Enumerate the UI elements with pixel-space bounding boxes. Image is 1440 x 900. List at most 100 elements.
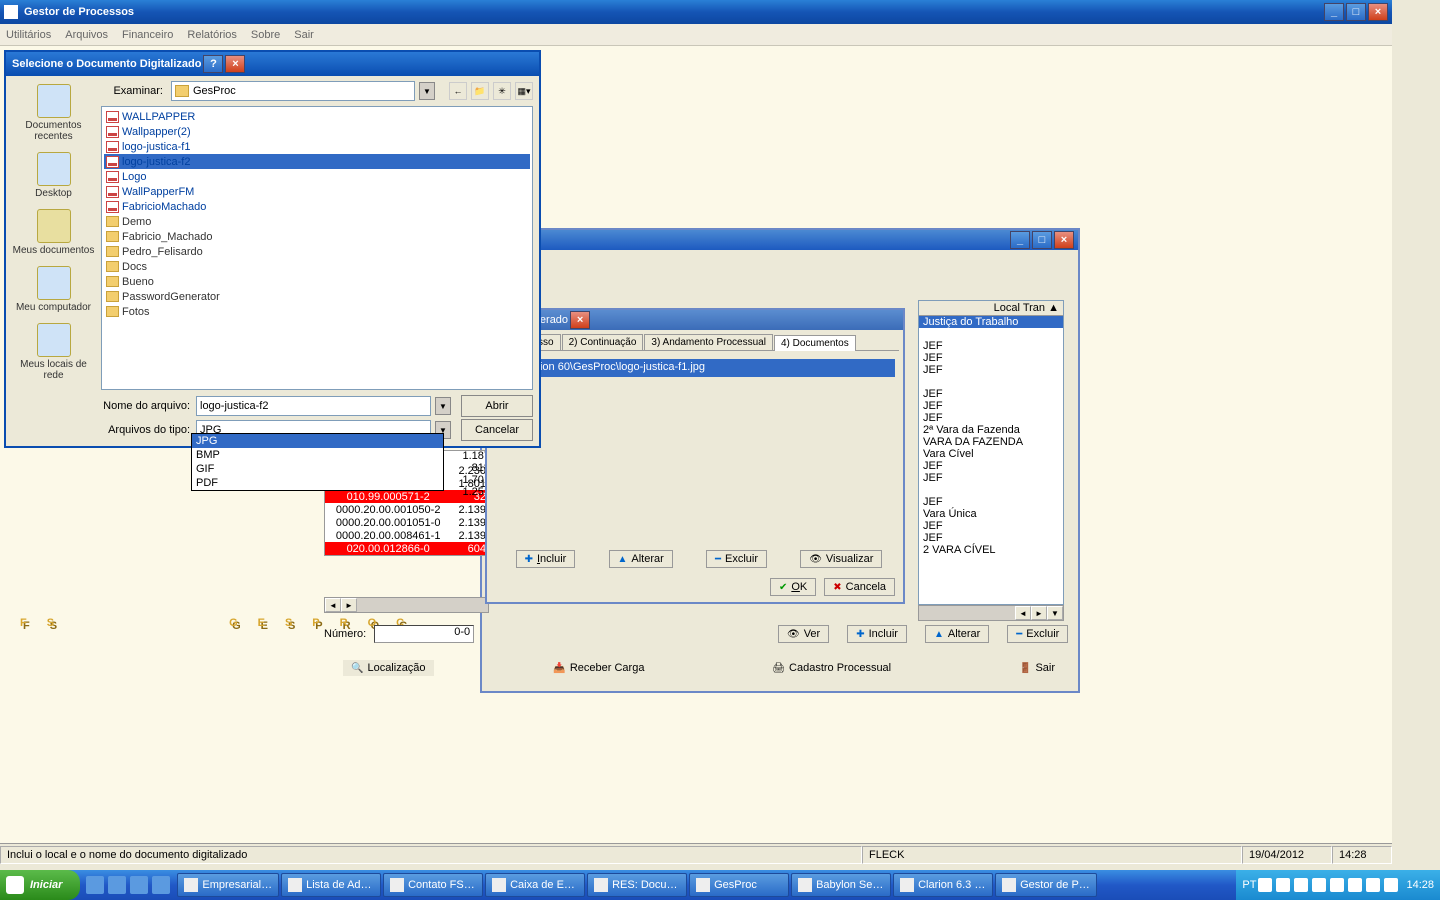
- menu-relatorios[interactable]: Relatórios: [187, 29, 237, 41]
- taskbar-task[interactable]: Gestor de P…: [995, 873, 1097, 897]
- tray-lang[interactable]: PT: [1242, 879, 1256, 891]
- place-mydocs[interactable]: Meus documentos: [10, 207, 98, 258]
- cadastro-processual-button[interactable]: 🖨Cadastro Processual: [764, 660, 899, 676]
- place-mycomputer[interactable]: Meu computador: [10, 264, 98, 315]
- up-folder-icon[interactable]: 📁: [471, 82, 489, 100]
- alt-close-button[interactable]: ×: [570, 311, 590, 329]
- taskbar-task[interactable]: Caixa de E…: [485, 873, 585, 897]
- localizacao-button[interactable]: 🔍Localização: [343, 660, 434, 676]
- filename-input[interactable]: logo-justica-f2: [196, 396, 431, 416]
- tray-icon-1[interactable]: [1258, 878, 1272, 892]
- tab-documentos[interactable]: 4) Documentos: [774, 335, 856, 351]
- taskbar-task[interactable]: Lista de Ad…: [281, 873, 381, 897]
- local-tran-list[interactable]: Local Tran ▲ Justiça do TrabalhoJEFJEFJE…: [918, 300, 1064, 605]
- local-tran-row[interactable]: JEF: [919, 412, 1063, 424]
- local-tran-row[interactable]: JEF: [919, 364, 1063, 376]
- receber-carga-button[interactable]: 📥Receber Carga: [545, 660, 652, 676]
- alterar-button[interactable]: ▲Alterar: [925, 625, 989, 643]
- taskbar-task[interactable]: Contato FS…: [383, 873, 483, 897]
- file-item[interactable]: WALLPAPPER: [104, 109, 530, 124]
- taskbar-task[interactable]: Clarion 6.3 …: [893, 873, 993, 897]
- cancel-button[interactable]: Cancelar: [461, 419, 533, 441]
- lookin-dropdown-icon[interactable]: ▼: [419, 82, 435, 100]
- local-tran-row[interactable]: JEF: [919, 400, 1063, 412]
- local-tran-row[interactable]: JEF: [919, 472, 1063, 484]
- ofdlg-help-button[interactable]: ?: [203, 55, 223, 73]
- place-desktop[interactable]: Desktop: [10, 150, 98, 201]
- local-tran-row[interactable]: JEF: [919, 352, 1063, 364]
- filetype-option-pdf[interactable]: PDF: [192, 476, 443, 490]
- file-item[interactable]: Fabricio_Machado: [104, 229, 530, 244]
- alt-incluir-button[interactable]: ✚IIncluirncluir: [516, 550, 576, 568]
- new-folder-icon[interactable]: ✳: [493, 82, 511, 100]
- incluir-button[interactable]: ✚Incluir: [847, 625, 907, 643]
- ver-button[interactable]: 👁Ver: [778, 625, 829, 643]
- menu-arquivos[interactable]: Arquivos: [65, 29, 108, 41]
- local-tran-header[interactable]: Local Tran ▲: [919, 301, 1063, 316]
- file-item[interactable]: Pedro_Felisardo: [104, 244, 530, 259]
- main-minimize-button[interactable]: _: [1324, 3, 1344, 21]
- tray-icon-3[interactable]: [1294, 878, 1308, 892]
- tray-icon-6[interactable]: [1348, 878, 1362, 892]
- taskbar-task[interactable]: Empresarial…: [177, 873, 279, 897]
- local-tran-row[interactable]: [919, 328, 1063, 340]
- file-item[interactable]: PasswordGenerator: [104, 289, 530, 304]
- menu-utilitarios[interactable]: Utilitários: [6, 29, 51, 41]
- main-close-button[interactable]: ×: [1368, 3, 1388, 21]
- main-maximize-button[interactable]: □: [1346, 3, 1366, 21]
- alt-alterar-button[interactable]: ▲Alterar: [609, 550, 673, 568]
- local-tran-row[interactable]: Justiça do Trabalho: [919, 316, 1063, 328]
- local-tran-row[interactable]: JEF: [919, 532, 1063, 544]
- tab-andamento[interactable]: 3) Andamento Processual: [644, 334, 773, 350]
- file-item[interactable]: Wallpapper(2): [104, 124, 530, 139]
- ql-firefox-icon[interactable]: [86, 876, 104, 894]
- local-tran-row[interactable]: Vara Única: [919, 508, 1063, 520]
- menu-sair[interactable]: Sair: [294, 29, 314, 41]
- alt-ok-button[interactable]: ✔OK: [770, 578, 816, 596]
- file-item[interactable]: WallPapperFM: [104, 184, 530, 199]
- cad-maximize-button[interactable]: □: [1032, 231, 1052, 249]
- alt-file-path[interactable]: nas\Clarion 60\GesProc\logo-justica-f1.j…: [495, 359, 895, 377]
- tray-icon-2[interactable]: [1276, 878, 1290, 892]
- file-item[interactable]: Docs: [104, 259, 530, 274]
- tray-icon-4[interactable]: [1312, 878, 1326, 892]
- alt-visualizar-button[interactable]: 👁Visualizar: [800, 550, 882, 568]
- start-button[interactable]: Iniciar: [0, 870, 80, 900]
- local-tran-row[interactable]: JEF: [919, 520, 1063, 532]
- tray-clock[interactable]: 14:28: [1406, 879, 1434, 891]
- alt-cancel-button[interactable]: ✖Cancela: [824, 578, 895, 596]
- local-tran-row[interactable]: JEF: [919, 340, 1063, 352]
- cad-close-button[interactable]: ×: [1054, 231, 1074, 249]
- menu-sobre[interactable]: Sobre: [251, 29, 280, 41]
- file-item[interactable]: Bueno: [104, 274, 530, 289]
- taskbar-task[interactable]: GesProc: [689, 873, 789, 897]
- file-list[interactable]: WALLPAPPERWallpapper(2)logo-justica-f1lo…: [101, 106, 533, 390]
- views-icon[interactable]: ▦▾: [515, 82, 533, 100]
- ql-explorer-icon[interactable]: [130, 876, 148, 894]
- local-tran-row[interactable]: JEF: [919, 460, 1063, 472]
- alt-excluir-button[interactable]: ━Excluir: [706, 550, 767, 568]
- local-tran-row[interactable]: Vara Cível: [919, 448, 1063, 460]
- local-tran-row[interactable]: JEF: [919, 496, 1063, 508]
- file-item[interactable]: logo-justica-f1: [104, 139, 530, 154]
- place-recent[interactable]: Documentos recentes: [10, 82, 98, 144]
- file-item[interactable]: FabricioMachado: [104, 199, 530, 214]
- ofdlg-close-button[interactable]: ×: [225, 55, 245, 73]
- excluir-button[interactable]: ━Excluir: [1007, 625, 1068, 643]
- local-tran-row[interactable]: [919, 484, 1063, 496]
- file-item[interactable]: logo-justica-f2: [104, 154, 530, 169]
- filetype-option-gif[interactable]: GIF: [192, 462, 443, 476]
- file-item[interactable]: Demo: [104, 214, 530, 229]
- lookin-select[interactable]: GesProc: [171, 81, 415, 101]
- local-tran-row[interactable]: 2 VARA CÍVEL: [919, 544, 1063, 556]
- tray-icon-5[interactable]: [1330, 878, 1344, 892]
- local-tran-row[interactable]: VARA DA FAZENDA: [919, 436, 1063, 448]
- ql-desktop-icon[interactable]: [152, 876, 170, 894]
- filename-dropdown-icon[interactable]: ▼: [435, 397, 451, 415]
- taskbar-task[interactable]: RES: Docu…: [587, 873, 687, 897]
- ql-ie-icon[interactable]: [108, 876, 126, 894]
- cad-minimize-button[interactable]: _: [1010, 231, 1030, 249]
- tray-icon-7[interactable]: [1366, 878, 1380, 892]
- taskbar-task[interactable]: Babylon Se…: [791, 873, 891, 897]
- sair-button[interactable]: 🚪Sair: [1011, 660, 1063, 676]
